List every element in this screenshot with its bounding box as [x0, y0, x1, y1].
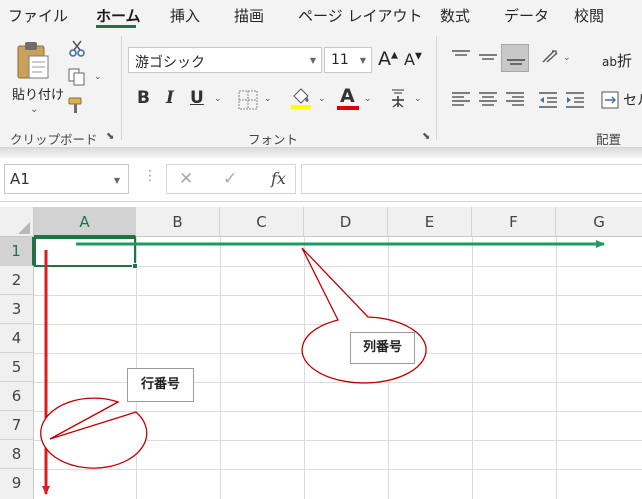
group-separator: [121, 36, 122, 140]
cut-icon[interactable]: [68, 40, 86, 58]
font-name-select[interactable]: 游ゴシック ▼: [128, 47, 322, 73]
format-painter-icon[interactable]: [68, 96, 88, 114]
font-color-letter: A: [340, 85, 355, 107]
insert-function-button[interactable]: fx: [271, 169, 286, 188]
align-center-icon[interactable]: [478, 90, 498, 110]
bold-button[interactable]: B: [137, 88, 150, 108]
paste-label: 貼り付け: [12, 88, 65, 103]
chevron-down-icon: ▼: [309, 56, 316, 65]
phonetic-dropdown-icon[interactable]: ⌄: [414, 94, 422, 104]
font-launcher-icon[interactable]: ⬊: [422, 131, 430, 142]
tab-review[interactable]: 校閲: [574, 5, 604, 26]
chevron-down-icon: ▼: [359, 56, 366, 65]
font-color-button[interactable]: A: [337, 85, 359, 111]
copy-icon[interactable]: [68, 68, 86, 86]
font-group-label: フォント: [248, 132, 299, 147]
merge-label: セル: [623, 93, 642, 109]
align-left-icon[interactable]: [451, 90, 471, 110]
shrink-font-letter: A: [404, 50, 415, 69]
enter-icon[interactable]: ✓: [223, 169, 237, 189]
formula-bar: A1 ▼ ⋮ ✕ ✓ fx: [0, 158, 642, 202]
orientation-dropdown-icon[interactable]: ⌄: [563, 53, 571, 63]
column-callout-label: 列番号: [350, 332, 415, 364]
row-callout-bubble: [40, 397, 148, 469]
font-color-dropdown-icon[interactable]: ⌄: [364, 94, 372, 104]
orientation-icon[interactable]: [540, 48, 560, 66]
ribbon-shadow: [0, 148, 642, 158]
phonetic-guide-icon[interactable]: [388, 87, 408, 111]
fill-color-dropdown-icon[interactable]: ⌄: [318, 94, 326, 104]
italic-button[interactable]: I: [166, 88, 174, 108]
wrap-icon: ab: [602, 55, 617, 69]
clipboard-group-label: クリップボード: [10, 132, 98, 147]
tab-formulas[interactable]: 数式: [440, 5, 470, 26]
tab-home[interactable]: ホーム: [96, 5, 141, 26]
formula-input[interactable]: [301, 164, 642, 194]
align-bottom-button[interactable]: [501, 44, 529, 72]
tab-data[interactable]: データ: [504, 5, 549, 26]
tab-draw[interactable]: 描画: [234, 5, 264, 26]
font-color-bar: [337, 106, 359, 110]
align-top-icon[interactable]: [451, 48, 471, 66]
chevron-down-icon: ▼: [113, 176, 120, 185]
name-box-value: A1: [10, 170, 30, 188]
font-size-value: 11: [331, 52, 349, 68]
clipboard-launcher-icon[interactable]: ⬊: [106, 131, 114, 142]
decrease-indent-icon[interactable]: [538, 90, 558, 110]
tab-page-layout[interactable]: ページ レイアウト: [298, 5, 422, 26]
worksheet: A B C D E F G 1 2 3 4 5 6 7 8 9 列番号 行番号: [0, 202, 642, 499]
ribbon: 貼り付け ⌄ ⌄ クリップボード ⬊ 游ゴシック ▼ 11 ▼ A▲ A▼ B …: [0, 30, 642, 148]
menu-bar: ファイル ホーム 挿入 描画 ページ レイアウト 数式 データ 校閲: [0, 0, 642, 30]
shrink-font-button[interactable]: A▼: [404, 50, 422, 69]
alignment-group-label: 配置: [596, 132, 622, 147]
formula-bar-resize-handle[interactable]: ⋮: [143, 168, 157, 184]
clipboard-icon: [17, 42, 49, 79]
wrap-text-button[interactable]: ab折: [602, 50, 632, 71]
tab-insert[interactable]: 挿入: [170, 5, 200, 26]
increase-indent-icon[interactable]: [565, 90, 585, 110]
wrap-text-label: 折: [616, 52, 632, 70]
borders-icon[interactable]: [238, 90, 258, 110]
underline-dropdown-icon[interactable]: ⌄: [214, 94, 222, 104]
align-bottom-icon: [507, 59, 525, 65]
font-name-value: 游ゴシック: [135, 55, 205, 71]
tab-file[interactable]: ファイル: [8, 5, 68, 26]
name-box[interactable]: A1 ▼: [4, 164, 129, 194]
fill-color-icon[interactable]: [290, 86, 312, 110]
underline-button[interactable]: U: [190, 88, 204, 108]
grow-font-letter: A: [378, 48, 391, 70]
merge-center-button[interactable]: セル: [601, 89, 642, 111]
align-right-icon[interactable]: [505, 90, 525, 110]
font-size-select[interactable]: 11 ▼: [324, 47, 372, 73]
grow-font-button[interactable]: A▲: [378, 48, 398, 70]
copy-dropdown-icon[interactable]: ⌄: [94, 72, 102, 82]
formula-buttons: ✕ ✓ fx: [166, 164, 296, 194]
annotation-overlay: [40, 240, 605, 495]
merge-icon: [601, 91, 619, 109]
borders-dropdown-icon[interactable]: ⌄: [264, 94, 272, 104]
caret-down-icon: ▼: [414, 51, 422, 62]
cancel-icon[interactable]: ✕: [179, 169, 193, 189]
row-callout-label: 行番号: [127, 368, 194, 402]
align-middle-icon[interactable]: [478, 48, 498, 66]
active-tab-indicator: [96, 25, 136, 28]
group-separator: [436, 36, 437, 140]
chevron-down-icon: ⌄: [30, 104, 39, 115]
paste-button[interactable]: 貼り付け ⌄: [8, 38, 65, 118]
caret-up-icon: ▲: [391, 50, 398, 61]
